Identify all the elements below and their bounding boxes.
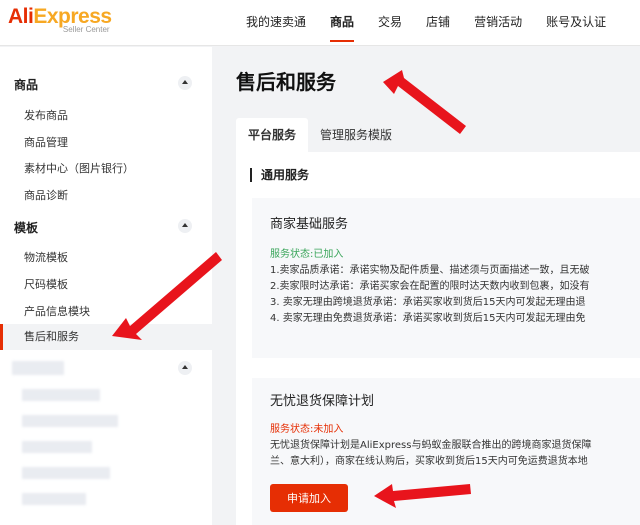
sidebar-item-shipping[interactable]: 物流模板 xyxy=(24,249,68,265)
sidebar-group-products[interactable]: 商品 xyxy=(14,76,38,93)
sidebar: 商品 发布商品 商品管理 素材中心（图片银行） 商品诊断 模板 物流模板 尺码模… xyxy=(0,47,212,525)
card-title: 商家基础服务 xyxy=(270,217,349,232)
collapse-icon[interactable] xyxy=(178,219,192,233)
nav-my-aliexpress[interactable]: 我的速卖通 xyxy=(246,0,306,46)
logo-ali: Ali xyxy=(8,5,34,28)
collapse-icon[interactable] xyxy=(178,76,192,90)
collapse-icon[interactable] xyxy=(178,361,192,375)
status-badge: 服务状态:已加入 xyxy=(270,249,344,260)
sidebar-item-media[interactable]: 素材中心（图片银行） xyxy=(24,160,134,176)
blurred-item xyxy=(22,389,100,401)
page-title: 售后和服务 xyxy=(236,70,336,94)
nav-transactions[interactable]: 交易 xyxy=(378,0,402,46)
tab-bar: 平台服务 管理服务模版 xyxy=(236,118,404,152)
apply-join-button[interactable]: 申请加入 xyxy=(270,484,348,512)
sidebar-item-manage[interactable]: 商品管理 xyxy=(24,134,68,150)
service-card-basic: 商家基础服务 服务状态:已加入 1.卖家品质承诺：承诺实物及配件质量、描述须与页… xyxy=(252,198,640,358)
service-line: 3. 卖家无理由跨境退货承诺：承诺买家收到货后15天内可发起无理由退 xyxy=(270,297,586,308)
service-line: 兰、意大利），商家在线认购后，买家收到货后15天内可免运费退货本地 xyxy=(270,456,588,467)
sidebar-group-templates[interactable]: 模板 xyxy=(14,219,38,236)
section-title: 通用服务 xyxy=(250,168,309,182)
tab-manage-templates[interactable]: 管理服务模版 xyxy=(308,118,404,152)
aliexpress-logo[interactable]: AliExpress Seller Center xyxy=(8,5,112,35)
service-line: 2.卖家限时达承诺：承诺买家会在配置的限时达天数内收到包裹，如没有 xyxy=(270,281,590,292)
sidebar-item-diagnosis[interactable]: 商品诊断 xyxy=(24,187,68,203)
status-badge: 服务状态:未加入 xyxy=(270,424,344,435)
sidebar-item-publish[interactable]: 发布商品 xyxy=(24,107,68,123)
blurred-item xyxy=(22,415,118,427)
top-header: AliExpress Seller Center 我的速卖通 商品 交易 店铺 … xyxy=(0,0,640,46)
blurred-item xyxy=(22,493,86,505)
services-panel: 通用服务 商家基础服务 服务状态:已加入 1.卖家品质承诺：承诺实物及配件质量、… xyxy=(236,152,640,525)
tab-platform-services[interactable]: 平台服务 xyxy=(236,118,309,152)
service-card-return-guarantee: 无忧退货保障计划 服务状态:未加入 无忧退货保障计划是AliExpress与蚂蚁… xyxy=(252,378,640,525)
nav-products[interactable]: 商品 xyxy=(330,0,355,46)
sidebar-item-after-sales[interactable]: 售后和服务 xyxy=(0,324,212,350)
service-line: 4. 卖家无理由免费退货承诺：承诺买家收到货后15天内可发起无理由免 xyxy=(270,313,586,324)
card-title: 无忧退货保障计划 xyxy=(270,394,375,409)
blurred-item xyxy=(22,441,92,453)
sidebar-item-size[interactable]: 尺码模板 xyxy=(24,276,68,292)
top-nav: 我的速卖通 商品 交易 店铺 营销活动 账号及认证 xyxy=(246,0,630,46)
sidebar-item-product-info[interactable]: 产品信息模块 xyxy=(24,303,90,319)
nav-account[interactable]: 账号及认证 xyxy=(546,0,606,46)
service-line: 无忧退货保障计划是AliExpress与蚂蚁金服联合推出的跨境商家退货保障 xyxy=(270,440,592,451)
blurred-group-title xyxy=(12,361,64,375)
service-line: 1.卖家品质承诺：承诺实物及配件质量、描述须与页面描述一致，且无破 xyxy=(270,265,590,276)
nav-store[interactable]: 店铺 xyxy=(426,0,450,46)
nav-marketing[interactable]: 营销活动 xyxy=(474,0,522,46)
blurred-item xyxy=(22,467,110,479)
